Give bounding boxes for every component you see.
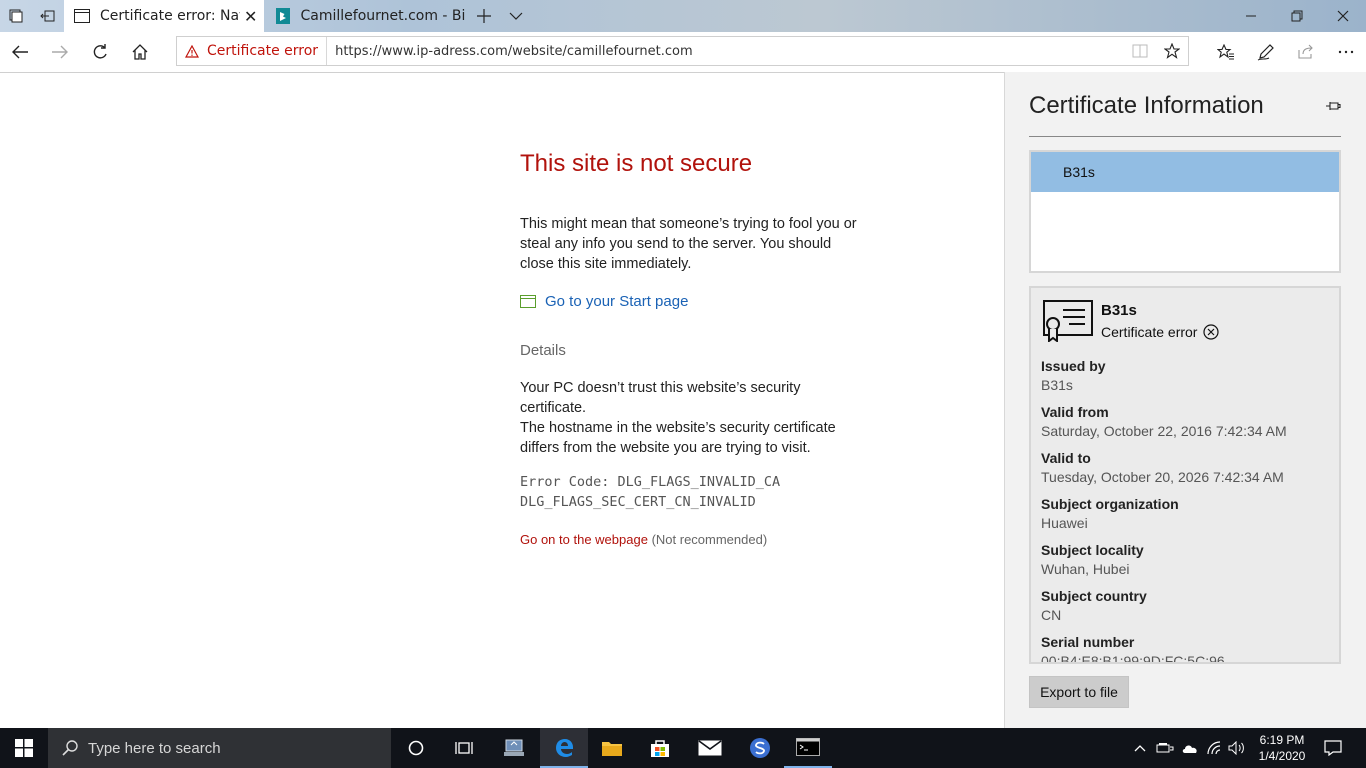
- cortana-icon[interactable]: [392, 728, 440, 768]
- favorites-hub-button[interactable]: [1206, 32, 1246, 72]
- not-recommended-note: (Not recommended): [651, 532, 768, 547]
- page-icon: [74, 8, 90, 24]
- tab-actions-icon[interactable]: [0, 0, 32, 32]
- subject-locality-value: Wuhan, Hubei: [1041, 561, 1130, 577]
- panel-title: Certificate Information: [1029, 92, 1264, 119]
- subject-organization-label: Subject organization: [1041, 496, 1179, 512]
- network-app-icon[interactable]: [490, 728, 538, 768]
- clock-time: 6:19 PM: [1259, 733, 1305, 747]
- pin-icon[interactable]: [1323, 96, 1343, 116]
- more-options-button[interactable]: [1326, 32, 1366, 72]
- home-button[interactable]: [120, 32, 160, 72]
- certificate-list-item[interactable]: B31s: [1031, 152, 1339, 192]
- search-icon: [62, 740, 78, 756]
- certificate-details: B31s Certificate error Issued by B31s Va…: [1029, 286, 1341, 664]
- error-code-line-1: Error Code: DLG_FLAGS_INVALID_CA: [520, 474, 781, 490]
- issued-by-label: Issued by: [1041, 358, 1106, 374]
- add-notes-button[interactable]: [1246, 32, 1286, 72]
- notifications-icon[interactable]: [1320, 728, 1346, 768]
- certificate-error-label: Certificate error: [207, 43, 319, 59]
- valid-to-value: Tuesday, October 20, 2026 7:42:34 AM: [1041, 469, 1284, 485]
- subject-organization-value: Huawei: [1041, 515, 1088, 531]
- tab-certificate-error[interactable]: Certificate error: Naviga ✕: [64, 0, 264, 32]
- certificate-info-panel: Certificate Information B31s B31s Certif…: [1004, 72, 1366, 728]
- go-on-to-webpage-link[interactable]: Go on to the webpage: [520, 532, 648, 547]
- title-bar: Certificate error: Naviga ✕ Camillefourn…: [0, 0, 1366, 32]
- restore-button[interactable]: [1274, 0, 1320, 32]
- serial-number-label: Serial number: [1041, 634, 1135, 650]
- details-heading: Details: [520, 342, 566, 359]
- sync-app-icon[interactable]: [736, 728, 784, 768]
- wifi-icon[interactable]: [1202, 728, 1226, 768]
- forward-button[interactable]: [40, 32, 80, 72]
- warning-icon: [185, 44, 199, 58]
- export-to-file-button[interactable]: Export to file: [1029, 676, 1129, 708]
- close-tab-icon[interactable]: ✕: [244, 7, 257, 26]
- power-icon[interactable]: [1153, 728, 1177, 768]
- task-view-icon[interactable]: [440, 728, 488, 768]
- back-button[interactable]: [0, 32, 40, 72]
- certificate-status-label: Certificate error: [1101, 324, 1198, 340]
- start-page-label: Go to your Start page: [545, 293, 689, 310]
- valid-from-label: Valid from: [1041, 404, 1109, 420]
- show-hidden-icons-chevron-icon[interactable]: [1128, 728, 1152, 768]
- subject-country-value: CN: [1041, 607, 1062, 623]
- minimize-button[interactable]: [1228, 0, 1274, 32]
- tab-preview-chevron-icon[interactable]: [500, 0, 532, 32]
- navigation-bar: Certificate error https://www.ip-adress.…: [0, 32, 1366, 73]
- bing-icon: [276, 8, 291, 24]
- certificate-list[interactable]: B31s: [1029, 150, 1341, 273]
- details-trust-text: Your PC doesn’t trust this website’s sec…: [520, 380, 801, 416]
- details-hostname-text: The hostname in the website’s security c…: [520, 420, 836, 456]
- tab-label: Camillefournet.com - Bing: [300, 8, 467, 24]
- go-to-start-page-link[interactable]: Go to your Start page: [520, 293, 688, 310]
- edge-icon[interactable]: [540, 728, 588, 768]
- system-clock[interactable]: 6:19 PM 1/4/2020: [1252, 732, 1312, 764]
- proceed-row: Go on to the webpage (Not recommended): [520, 532, 767, 547]
- valid-to-label: Valid to: [1041, 450, 1091, 466]
- windows-start-button[interactable]: [0, 728, 48, 768]
- page-title: This site is not secure: [520, 150, 753, 177]
- volume-icon[interactable]: [1225, 728, 1249, 768]
- new-tab-icon[interactable]: [468, 0, 500, 32]
- divider: [1029, 136, 1341, 137]
- set-tabs-aside-icon[interactable]: [32, 0, 64, 32]
- error-code-line-2: DLG_FLAGS_SEC_CERT_CN_INVALID: [520, 494, 756, 510]
- url-text[interactable]: https://www.ip-adress.com/website/camill…: [327, 44, 1124, 59]
- search-placeholder: Type here to search: [88, 739, 221, 757]
- certificate-list-item-label: B31s: [1063, 164, 1095, 180]
- command-prompt-icon[interactable]: [784, 728, 832, 768]
- warning-message: This might mean that someone’s trying to…: [520, 216, 857, 272]
- reading-view-icon[interactable]: [1124, 37, 1156, 65]
- subject-country-label: Subject country: [1041, 588, 1147, 604]
- favorite-star-icon[interactable]: [1156, 37, 1188, 65]
- refresh-button[interactable]: [80, 32, 120, 72]
- store-icon[interactable]: [636, 728, 684, 768]
- mail-icon[interactable]: [686, 728, 734, 768]
- close-window-button[interactable]: [1320, 0, 1366, 32]
- share-button[interactable]: [1286, 32, 1326, 72]
- serial-number-value: 00:B4:E8:B1:99:9D:FC:5C:96: [1041, 653, 1225, 664]
- certificate-status: Certificate error: [1101, 324, 1220, 340]
- start-page-icon: [520, 295, 536, 308]
- file-explorer-icon[interactable]: [588, 728, 636, 768]
- taskbar-search-box[interactable]: Type here to search: [48, 728, 391, 768]
- address-bar[interactable]: Certificate error https://www.ip-adress.…: [176, 36, 1189, 66]
- tab-label: Certificate error: Naviga: [100, 8, 240, 24]
- issued-by-value: B31s: [1041, 377, 1073, 393]
- certificate-icon: [1043, 300, 1093, 346]
- onedrive-icon[interactable]: [1178, 728, 1202, 768]
- valid-from-value: Saturday, October 22, 2016 7:42:34 AM: [1041, 423, 1287, 439]
- taskbar: Type here to search 6:19 PM 1/4/2020: [0, 728, 1366, 768]
- tab-bing[interactable]: Camillefournet.com - Bing: [266, 0, 466, 32]
- certificate-error-button[interactable]: Certificate error: [177, 37, 328, 65]
- subject-locality-label: Subject locality: [1041, 542, 1144, 558]
- windows-logo-icon: [15, 739, 33, 757]
- error-circle-icon: [1203, 324, 1220, 340]
- certificate-name: B31s: [1101, 302, 1137, 319]
- clock-date: 1/4/2020: [1258, 749, 1306, 763]
